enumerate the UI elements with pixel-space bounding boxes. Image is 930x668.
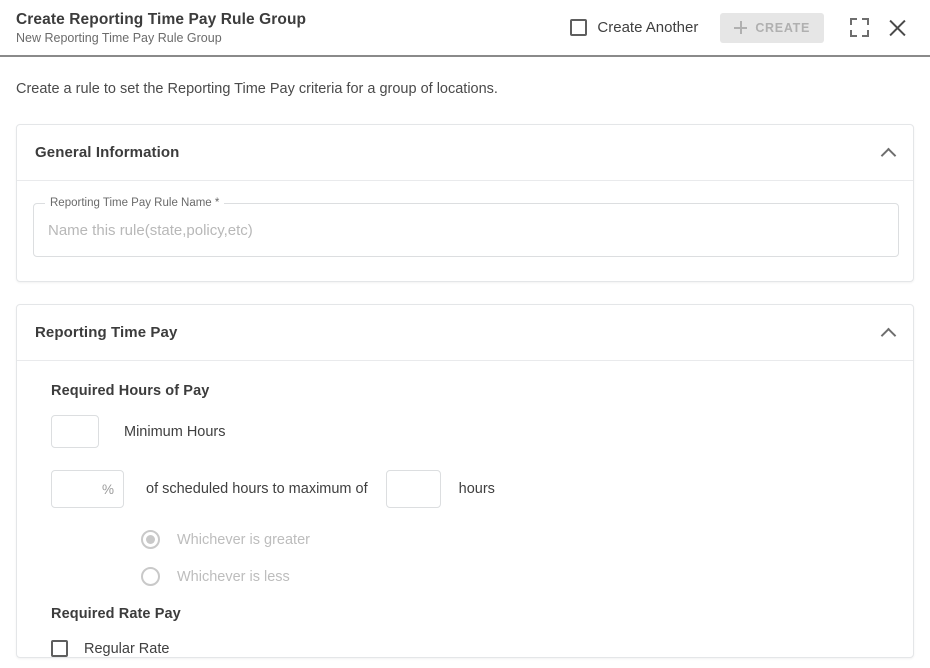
radio-whichever-is-less-label: Whichever is less [177,568,290,585]
checkbox-unchecked-icon[interactable] [570,19,588,36]
card-reporting-time-pay-header[interactable]: Reporting Time Pay [17,305,913,360]
regular-rate-row[interactable]: Regular Rate [35,622,895,657]
dialog-header: Create Reporting Time Pay Rule Group New… [0,0,930,57]
intro-text: Create a rule to set the Reporting Time … [16,81,498,97]
percent-rule-row: % of scheduled hours to maximum of hours [35,448,895,508]
card-general-information-title: General Information [35,144,180,161]
create-button-label: CREATE [755,20,810,35]
create-another-checkbox[interactable]: Create Another [570,19,698,36]
radio-whichever-is-greater-label: Whichever is greater [177,531,310,548]
chevron-up-icon[interactable] [881,148,895,157]
required-rate-heading: Required Rate Pay [51,606,181,622]
create-button[interactable]: CREATE [720,12,824,43]
rule-name-field-wrap: Reporting Time Pay Rule Name * [17,181,913,281]
minimum-hours-input[interactable] [51,415,99,448]
radio-whichever-is-greater[interactable]: Whichever is greater [35,508,895,549]
fullscreen-icon [849,18,869,37]
percent-input[interactable]: % [51,470,124,508]
card-reporting-time-pay: Reporting Time Pay Required Hours of Pay… [16,304,914,658]
of-scheduled-hours-label: of scheduled hours to maximum of [146,481,368,497]
required-hours-heading: Required Hours of Pay [51,383,210,399]
create-another-label: Create Another [597,19,699,36]
plus-icon [734,21,748,34]
close-button[interactable] [878,9,916,47]
radio-unselected-icon[interactable] [141,567,160,586]
chevron-up-icon[interactable] [881,328,895,337]
card-general-information-header[interactable]: General Information [17,125,913,180]
page-subtitle: New Reporting Time Pay Rule Group [16,30,222,45]
header-actions: Create Another CREATE [570,9,916,47]
close-icon [887,17,908,38]
rule-name-outline: Reporting Time Pay Rule Name * [33,196,899,257]
regular-rate-label: Regular Rate [84,640,170,657]
max-hours-input[interactable] [385,470,441,508]
dialog-body: Create a rule to set the Reporting Time … [0,57,930,668]
minimum-hours-row: Minimum Hours [35,399,895,448]
fullscreen-button[interactable] [840,9,878,47]
header-titles: Create Reporting Time Pay Rule Group New… [16,10,306,46]
minimum-hours-label: Minimum Hours [124,423,226,440]
radio-whichever-is-less[interactable]: Whichever is less [35,549,895,586]
card-general-information: General Information Reporting Time Pay R… [16,124,914,282]
page-title: Create Reporting Time Pay Rule Group [16,10,307,28]
radio-selected-icon[interactable] [141,530,160,549]
rule-name-input[interactable] [34,204,898,256]
card-reporting-time-pay-body: Required Hours of Pay Minimum Hours % of… [17,361,913,657]
checkbox-unchecked-icon[interactable] [51,640,68,657]
card-reporting-time-pay-title: Reporting Time Pay [35,324,178,341]
hours-label: hours [458,481,495,497]
